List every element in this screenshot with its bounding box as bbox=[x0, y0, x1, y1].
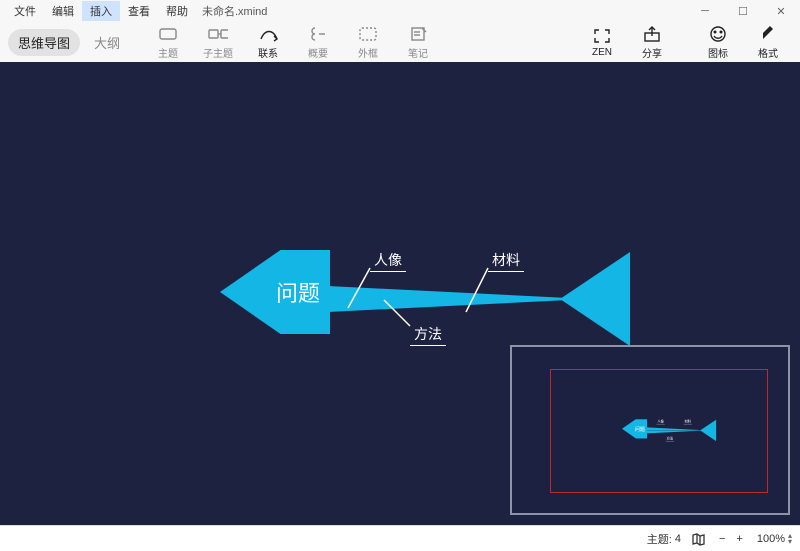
branch-down-1[interactable]: 方法 bbox=[410, 324, 446, 346]
menubar: 文件 编辑 插入 查看 帮助 未命名.xmind bbox=[0, 0, 800, 22]
toolbar: 思维导图 大纲 主题 子主题 联系 概要 外框 笔记 ZEN 分享 图标 bbox=[0, 22, 800, 62]
fishbone-diagram[interactable]: 问题 人像 材料 方法 bbox=[220, 232, 610, 352]
summary-icon bbox=[308, 25, 328, 43]
menu-edit[interactable]: 编辑 bbox=[44, 1, 82, 21]
canvas[interactable]: 问题 人像 材料 方法 问题 人像 材料 方法 bbox=[0, 62, 800, 525]
branch-up-1[interactable]: 人像 bbox=[370, 250, 406, 272]
fish-tail bbox=[560, 252, 630, 346]
zoom-level: 100% bbox=[757, 533, 785, 545]
menu-view[interactable]: 查看 bbox=[120, 1, 158, 21]
tab-mindmap[interactable]: 思维导图 bbox=[8, 29, 80, 56]
brush-icon bbox=[758, 25, 778, 43]
menu-file[interactable]: 文件 bbox=[6, 1, 44, 21]
zoom-out-button[interactable]: − bbox=[715, 533, 729, 545]
zen-button[interactable]: ZEN bbox=[578, 22, 626, 62]
icons-button[interactable]: 图标 bbox=[694, 22, 742, 62]
boundary-button[interactable]: 外框 bbox=[344, 22, 392, 62]
note-button[interactable]: 笔记 bbox=[394, 22, 442, 62]
zoom-stepper[interactable]: ▴▾ bbox=[788, 533, 792, 545]
relation-icon bbox=[258, 25, 278, 43]
summary-button[interactable]: 概要 bbox=[294, 22, 342, 62]
subtopic-button[interactable]: 子主题 bbox=[194, 22, 242, 62]
share-button[interactable]: 分享 bbox=[628, 22, 676, 62]
share-icon bbox=[642, 25, 662, 43]
zoom-in-button[interactable]: + bbox=[732, 533, 746, 545]
close-button[interactable]: ✕ bbox=[762, 0, 800, 22]
statusbar: 主题:4 − + 100% ▴▾ bbox=[0, 525, 800, 551]
zen-icon bbox=[592, 27, 612, 45]
central-topic[interactable]: 问题 bbox=[220, 250, 330, 334]
topic-count: 主题:4 bbox=[647, 531, 681, 547]
relation-button[interactable]: 联系 bbox=[244, 22, 292, 62]
minimap-content: 问题 人像 材料 方法 bbox=[622, 415, 712, 443]
topic-button[interactable]: 主题 bbox=[144, 22, 192, 62]
window-controls: ─ ☐ ✕ bbox=[686, 0, 800, 22]
minimap[interactable]: 问题 人像 材料 方法 bbox=[510, 345, 790, 515]
note-icon bbox=[408, 25, 428, 43]
map-toggle[interactable] bbox=[691, 532, 705, 546]
boundary-icon bbox=[358, 25, 378, 43]
format-button[interactable]: 格式 bbox=[744, 22, 792, 62]
branch-up-2[interactable]: 材料 bbox=[488, 250, 524, 272]
smiley-icon bbox=[708, 25, 728, 43]
minimize-button[interactable]: ─ bbox=[686, 0, 724, 22]
subtopic-icon bbox=[208, 25, 228, 43]
doc-title: 未命名.xmind bbox=[202, 3, 267, 19]
menu-help[interactable]: 帮助 bbox=[158, 1, 196, 21]
tab-outline[interactable]: 大纲 bbox=[84, 29, 130, 56]
topic-icon bbox=[158, 25, 178, 43]
maximize-button[interactable]: ☐ bbox=[724, 0, 762, 22]
menu-insert[interactable]: 插入 bbox=[82, 1, 120, 21]
